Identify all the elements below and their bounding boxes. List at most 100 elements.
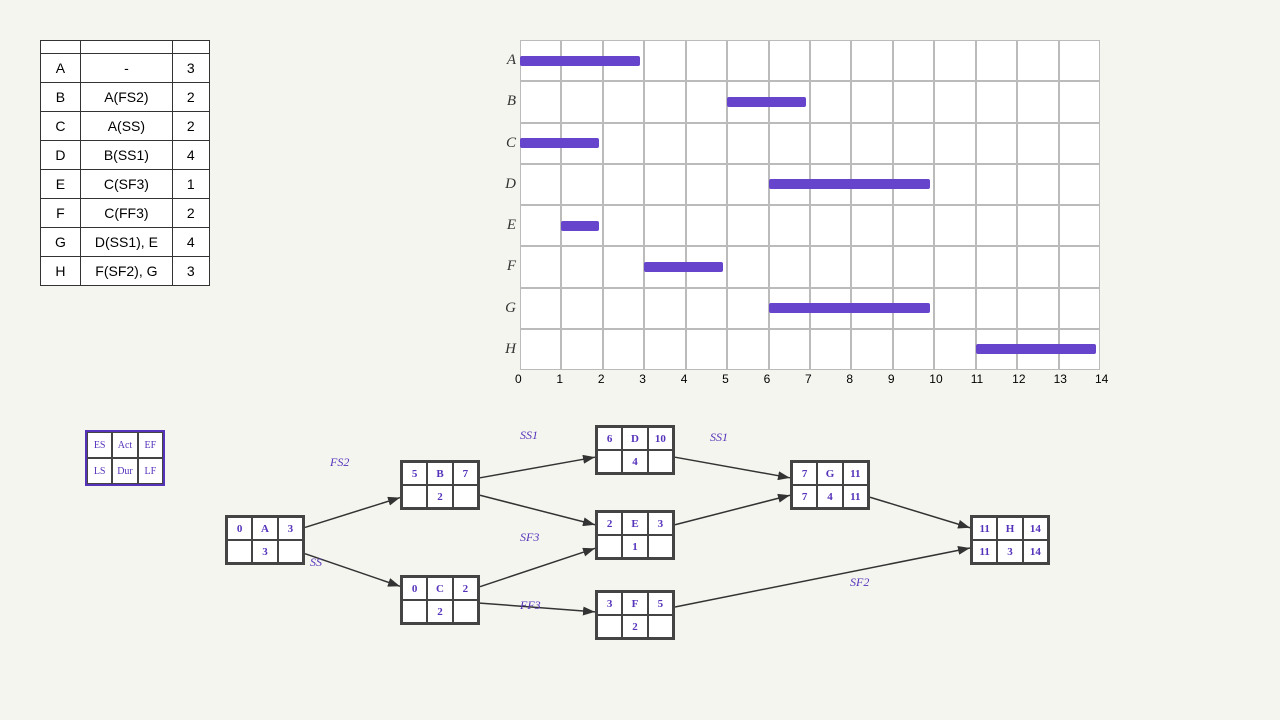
gantt-cell-r0-c13 [1059, 40, 1100, 81]
node-cell-E-2: 3 [648, 512, 673, 535]
gantt-cell-r4-c4 [686, 205, 727, 246]
gantt-cell-r7-c3 [644, 329, 685, 370]
legend-dur: Dur [112, 458, 137, 484]
arrow-label-A-C: SS [310, 555, 322, 570]
gantt-cell-r2-c9 [893, 123, 934, 164]
gantt-cell-r4-c7 [810, 205, 851, 246]
node-cell-D-0: 6 [597, 427, 622, 450]
gantt-cell-r4-c13 [1059, 205, 1100, 246]
gantt-cell-r1-c11 [976, 81, 1017, 122]
table-cell-duration: 2 [172, 112, 209, 141]
gantt-cell-r4-c11 [976, 205, 1017, 246]
table-cell-activity: D [41, 141, 81, 170]
gantt-cell-r5-c5 [727, 246, 768, 287]
gantt-label-x-14: 14 [1095, 372, 1108, 386]
gantt-cell-r0-c9 [893, 40, 934, 81]
node-cell-H-3: 11 [972, 540, 997, 563]
node-cell-G-4: 4 [817, 485, 842, 508]
gantt-cell-r2-c2 [603, 123, 644, 164]
gantt-cell-r6-c3 [644, 288, 685, 329]
col-header-predecessor [80, 41, 172, 54]
gantt-cell-r0-c10 [934, 40, 975, 81]
activity-table: A-3BA(FS2)2CA(SS)2DB(SS1)4EC(SF3)1FC(FF3… [40, 40, 210, 286]
gantt-cell-r0-c3 [644, 40, 685, 81]
node-F: 3F52 [595, 590, 675, 640]
node-cell-F-2: 5 [648, 592, 673, 615]
table-cell-activity: G [41, 228, 81, 257]
gantt-cell-r2-c3 [644, 123, 685, 164]
node-cell-D-5 [648, 450, 673, 473]
network-diagram: ES Act EF LS Dur LF 0A335B720C226D1042E3… [30, 400, 1230, 710]
table-cell-activity: C [41, 112, 81, 141]
node-D: 6D104 [595, 425, 675, 475]
arrow-label-C-F: FF3 [520, 598, 541, 613]
node-cell-C-5 [453, 600, 478, 623]
node-cell-G-2: 11 [843, 462, 868, 485]
gantt-label-y-A: A [490, 40, 520, 81]
arrow-label-C-E: SF3 [520, 530, 539, 545]
node-cell-B-1: B [427, 462, 452, 485]
node-cell-G-0: 7 [792, 462, 817, 485]
table-row: CA(SS)2 [41, 112, 210, 141]
gantt-cell-r7-c0 [520, 329, 561, 370]
gantt-label-x-10: 10 [929, 372, 942, 386]
gantt-label-y-E: E [490, 205, 520, 246]
node-C: 0C22 [400, 575, 480, 625]
gantt-label-x-5: 5 [722, 372, 729, 386]
node-cell-F-4: 2 [622, 615, 647, 638]
gantt-bar-H [976, 344, 1096, 354]
gantt-label-x-13: 13 [1054, 372, 1067, 386]
table-cell-duration: 2 [172, 83, 209, 112]
arrow-label-F-H: SF2 [850, 575, 869, 590]
gantt-cell-r6-c11 [976, 288, 1017, 329]
node-cell-F-1: F [622, 592, 647, 615]
gantt-cell-r7-c5 [727, 329, 768, 370]
table-cell-activity: A [41, 54, 81, 83]
node-H: 11H1411314 [970, 515, 1050, 565]
gantt-cell-r3-c4 [686, 164, 727, 205]
node-B: 5B72 [400, 460, 480, 510]
node-cell-A-0: 0 [227, 517, 252, 540]
table-cell-activity: E [41, 170, 81, 199]
node-cell-C-4: 2 [427, 600, 452, 623]
node-cell-E-5 [648, 535, 673, 558]
node-cell-F-0: 3 [597, 592, 622, 615]
gantt-cell-r0-c4 [686, 40, 727, 81]
gantt-cell-r5-c9 [893, 246, 934, 287]
gantt-cell-r0-c11 [976, 40, 1017, 81]
table-cell-predecessor: D(SS1), E [80, 228, 172, 257]
gantt-cell-r5-c7 [810, 246, 851, 287]
gantt-label-x-7: 7 [805, 372, 812, 386]
gantt-cell-r1-c9 [893, 81, 934, 122]
gantt-cell-r7-c2 [603, 329, 644, 370]
node-cell-B-0: 5 [402, 462, 427, 485]
node-cell-D-1: D [622, 427, 647, 450]
gantt-cell-r2-c8 [851, 123, 892, 164]
node-cell-B-3 [402, 485, 427, 508]
table-cell-activity: F [41, 199, 81, 228]
gantt-label-x-1: 1 [556, 372, 563, 386]
node-cell-H-1: H [997, 517, 1022, 540]
gantt-label-x-3: 3 [639, 372, 646, 386]
table-cell-duration: 1 [172, 170, 209, 199]
gantt-cell-r1-c1 [561, 81, 602, 122]
gantt-cell-r2-c7 [810, 123, 851, 164]
gantt-cell-r1-c0 [520, 81, 561, 122]
gantt-bar-G [769, 303, 931, 313]
gantt-cell-r4-c9 [893, 205, 934, 246]
gantt-cell-r4-c5 [727, 205, 768, 246]
gantt-cell-r0-c7 [810, 40, 851, 81]
gantt-cell-r1-c13 [1059, 81, 1100, 122]
gantt-cell-r4-c0 [520, 205, 561, 246]
gantt-label-x-4: 4 [681, 372, 688, 386]
gantt-cell-r6-c0 [520, 288, 561, 329]
gantt-label-x-11: 11 [971, 372, 983, 386]
table-cell-predecessor: C(SF3) [80, 170, 172, 199]
node-cell-C-3 [402, 600, 427, 623]
node-cell-A-3 [227, 540, 252, 563]
legend-es: ES [87, 432, 112, 458]
gantt-cell-r3-c0 [520, 164, 561, 205]
node-cell-C-0: 0 [402, 577, 427, 600]
node-cell-G-5: 11 [843, 485, 868, 508]
gantt-chart: ABCDEFGH 01234567891011121314 [490, 30, 1110, 410]
